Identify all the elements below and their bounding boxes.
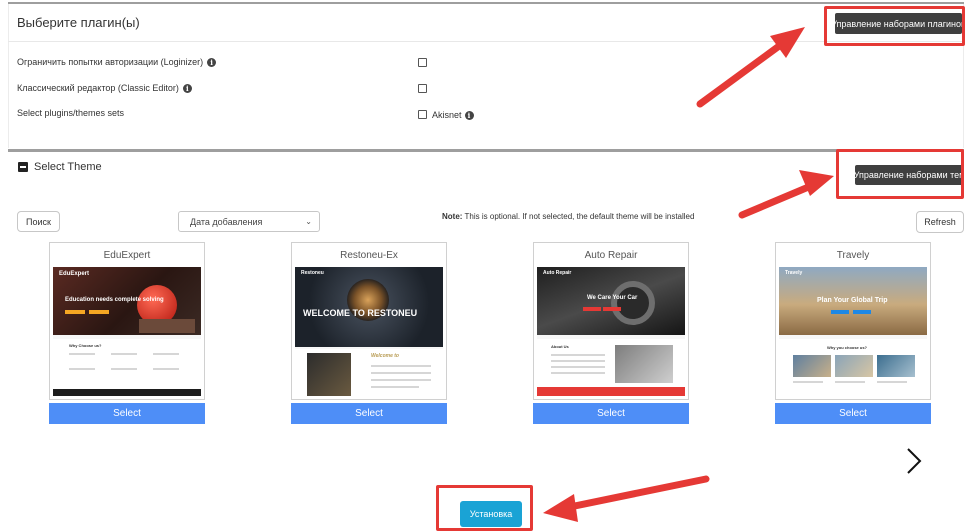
theme-card-eduexpert[interactable]: EduExpert EduExpert Education needs comp… xyxy=(49,242,205,424)
note-text: This is optional. If not selected, the d… xyxy=(462,212,695,221)
plugins-panel-header xyxy=(8,4,964,42)
select-theme-button[interactable]: Select xyxy=(49,403,205,424)
theme-name: EduExpert xyxy=(103,250,151,261)
plugin-row-classic-editor: Классический редактор (Classic Editor) i xyxy=(17,83,192,93)
theme-preview-image: Travely Plan Your Global Trip Why you ch… xyxy=(779,267,927,396)
theme-name: Travely xyxy=(836,250,870,261)
section-divider xyxy=(8,149,964,152)
theme-section-header[interactable]: Select Theme xyxy=(18,161,102,173)
info-circle-icon: i xyxy=(182,83,192,93)
theme-preview-image: Auto Repair We Care Your Car About Us xyxy=(537,267,685,396)
theme-name: Restoneu-Ex xyxy=(340,250,398,261)
chevron-right-icon[interactable] xyxy=(901,446,927,476)
select-theme-button[interactable]: Select xyxy=(533,403,689,424)
theme-card-restoneu[interactable]: Restoneu-Ex Restoneu WELCOME TO RESTONEU… xyxy=(291,242,447,424)
sort-select[interactable]: Дата добавления ⌄ xyxy=(178,211,320,232)
annotation-arrow-themes xyxy=(738,170,834,219)
note-label: Note: xyxy=(442,212,463,221)
plugin-row-sets: Select plugins/themes sets xyxy=(17,108,124,118)
theme-note: Note: This is optional. If not selected,… xyxy=(442,212,694,221)
loginizer-checkbox[interactable] xyxy=(418,58,427,67)
info-circle-icon: i xyxy=(464,110,474,120)
select-theme-button[interactable]: Select xyxy=(291,403,447,424)
info-circle-icon: i xyxy=(207,57,217,67)
theme-preview-image: EduExpert Education needs complete solvi… xyxy=(53,267,201,396)
annotation-frame-plugin-sets xyxy=(824,6,965,46)
theme-card-travely[interactable]: Travely Travely Plan Your Global Trip Wh… xyxy=(775,242,931,424)
plugin-label-sets: Select plugins/themes sets xyxy=(17,108,125,118)
plugin-label-loginizer: Ограничить попытки авторизации (Loginize… xyxy=(17,57,204,67)
theme-title: Select Theme xyxy=(34,161,102,173)
theme-preview-image: Restoneu WELCOME TO RESTONEU Welcome to xyxy=(295,267,443,396)
plugin-row-loginizer: Ограничить попытки авторизации (Loginize… xyxy=(17,57,217,67)
theme-name: Auto Repair xyxy=(584,250,638,261)
annotation-frame-theme-sets xyxy=(836,149,964,199)
akismet-label: Akisnet xyxy=(432,110,462,120)
plugin-label-classic-editor: Классический редактор (Classic Editor) xyxy=(17,83,179,93)
theme-card-auto-repair[interactable]: Auto Repair Auto Repair We Care Your Car… xyxy=(533,242,689,424)
akismet-option: Akisnet i xyxy=(432,110,474,120)
refresh-button[interactable]: Refresh xyxy=(916,211,964,233)
install-button[interactable]: Установка xyxy=(460,501,522,527)
minus-square-icon[interactable] xyxy=(18,162,28,172)
search-button[interactable]: Поиск xyxy=(17,211,60,232)
chevron-down-icon: ⌄ xyxy=(305,217,312,226)
akismet-checkbox[interactable] xyxy=(418,110,427,119)
select-theme-button[interactable]: Select xyxy=(775,403,931,424)
annotation-arrow-install xyxy=(543,475,710,522)
sort-select-value: Дата добавления xyxy=(190,216,263,227)
plugins-title: Выберите плагин(ы) xyxy=(17,15,140,30)
classic-editor-checkbox[interactable] xyxy=(418,84,427,93)
